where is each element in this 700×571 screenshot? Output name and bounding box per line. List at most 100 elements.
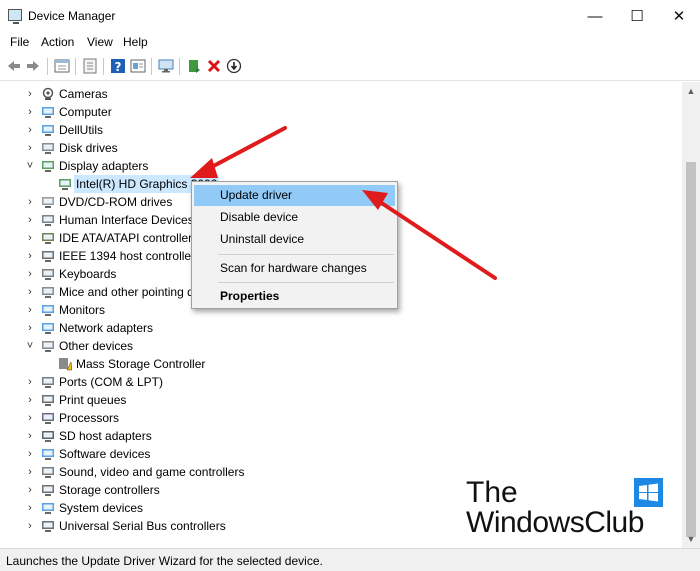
- chevron-right-icon[interactable]: ›: [25, 247, 35, 265]
- chevron-right-icon[interactable]: ›: [25, 427, 35, 445]
- chevron-right-icon[interactable]: ›: [25, 265, 35, 283]
- chevron-right-icon[interactable]: ›: [25, 121, 35, 139]
- menu-help[interactable]: Help: [123, 35, 148, 49]
- chevron-right-icon[interactable]: ›: [25, 391, 35, 409]
- tree-row-label: Ports (COM & LPT): [59, 375, 164, 389]
- toolbar-separator: [47, 58, 48, 75]
- show-hidden-icon[interactable]: [82, 58, 98, 74]
- toolbar: ?: [0, 53, 700, 81]
- properties-sheet-icon[interactable]: [54, 58, 70, 74]
- menu-action[interactable]: Action: [41, 35, 74, 49]
- tree-row[interactable]: › DellUtils: [0, 121, 682, 139]
- tree-row[interactable]: › Print queues: [0, 391, 682, 409]
- chevron-right-icon[interactable]: ›: [25, 85, 35, 103]
- tree-row[interactable]: › Network adapters: [0, 319, 682, 337]
- view-icon[interactable]: [130, 58, 146, 74]
- tree-row-label: Human Interface Devices: [59, 213, 194, 227]
- chevron-right-icon[interactable]: ›: [25, 481, 35, 499]
- tree-row[interactable]: › Computer: [0, 103, 682, 121]
- tree-row[interactable]: › Software devices: [0, 445, 682, 463]
- menu-file[interactable]: File: [10, 35, 29, 49]
- chevron-right-icon[interactable]: ›: [25, 301, 35, 319]
- ctx-disable-device-label: Disable device: [220, 210, 299, 224]
- ctx-scan-hardware[interactable]: Scan for hardware changes: [194, 258, 395, 279]
- tree-row-label: DVD/CD-ROM drives: [59, 195, 173, 209]
- help-icon[interactable]: ?: [110, 58, 126, 74]
- title-bar: Device Manager — ☐ ✕: [0, 0, 700, 32]
- keyboard-icon: [41, 267, 55, 281]
- chevron-right-icon[interactable]: ›: [25, 229, 35, 247]
- tree-row-label: Mass Storage Controller: [76, 357, 206, 371]
- tree-row-label: Processors: [59, 411, 120, 425]
- logo-text-windowsclub: WindowsClub: [466, 506, 644, 539]
- camera-icon: [41, 87, 55, 101]
- menu-view[interactable]: View: [87, 35, 113, 49]
- chevron-right-icon[interactable]: ›: [25, 193, 35, 211]
- tree-row[interactable]: ˅ Display adapters: [0, 157, 682, 175]
- disable-icon[interactable]: [226, 58, 242, 74]
- printer-icon: [41, 393, 55, 407]
- scroll-down-icon[interactable]: ▼: [682, 530, 700, 548]
- scan-hardware-icon[interactable]: [158, 58, 174, 74]
- chevron-down-icon[interactable]: ˅: [25, 157, 35, 175]
- chevron-right-icon[interactable]: ›: [25, 211, 35, 229]
- menu-bar: File Action View Help: [0, 32, 700, 52]
- forward-icon[interactable]: [25, 58, 41, 74]
- toolbar-separator: [103, 58, 104, 75]
- maximize-button[interactable]: ☐: [614, 0, 660, 32]
- chevron-right-icon[interactable]: ›: [25, 463, 35, 481]
- chevron-right-icon[interactable]: ›: [25, 499, 35, 517]
- chevron-right-icon[interactable]: ›: [25, 139, 35, 157]
- toolbar-separator: [75, 58, 76, 75]
- chevron-right-icon[interactable]: ›: [25, 373, 35, 391]
- minimize-button[interactable]: —: [572, 0, 618, 32]
- chevron-right-icon[interactable]: ›: [25, 319, 35, 337]
- computer-icon: [41, 105, 55, 119]
- chevron-right-icon[interactable]: ›: [25, 517, 35, 535]
- tree-row-label: Other devices: [59, 339, 134, 353]
- hid-icon: [41, 213, 55, 227]
- update-driver-icon[interactable]: [186, 58, 202, 74]
- tree-row[interactable]: › Processors: [0, 409, 682, 427]
- tree-row-label: Network adapters: [59, 321, 154, 335]
- tree-row[interactable]: › SD host adapters: [0, 427, 682, 445]
- chevron-right-icon[interactable]: ›: [25, 283, 35, 301]
- storage-icon: [41, 483, 55, 497]
- windowsclub-logo: The WindowsClub: [466, 476, 666, 540]
- toolbar-separator: [151, 58, 152, 75]
- tree-row-label: Keyboards: [59, 267, 117, 281]
- tree-row[interactable]: ˅ Other devices: [0, 337, 682, 355]
- network-icon: [41, 321, 55, 335]
- usb-icon: [41, 519, 55, 533]
- tree-row-label: Print queues: [59, 393, 127, 407]
- tree-row[interactable]: › Ports (COM & LPT): [0, 373, 682, 391]
- dvd-icon: [41, 195, 55, 209]
- chevron-down-icon[interactable]: ˅: [25, 337, 35, 355]
- other-devices-icon: [41, 339, 55, 353]
- scrollbar-thumb[interactable]: [686, 162, 696, 537]
- close-button[interactable]: ✕: [656, 0, 700, 32]
- ctx-uninstall-device[interactable]: Uninstall device: [194, 229, 395, 250]
- tree-row[interactable]: Mass Storage Controller: [0, 355, 682, 373]
- scroll-up-icon[interactable]: ▲: [682, 82, 700, 100]
- ports-icon: [41, 375, 55, 389]
- ctx-properties[interactable]: Properties: [194, 286, 395, 307]
- uninstall-icon[interactable]: [206, 58, 222, 74]
- back-icon[interactable]: [6, 58, 22, 74]
- tree-row-label: Storage controllers: [59, 483, 160, 497]
- tree-row-label: Software devices: [59, 447, 151, 461]
- ctx-scan-hardware-label: Scan for hardware changes: [220, 261, 367, 275]
- tree-row-label: IEEE 1394 host controllers: [59, 249, 202, 263]
- tree-row-label: Monitors: [59, 303, 106, 317]
- chevron-right-icon[interactable]: ›: [25, 103, 35, 121]
- chevron-right-icon[interactable]: ›: [25, 409, 35, 427]
- chevron-right-icon[interactable]: ›: [25, 445, 35, 463]
- monitor-icon: [41, 123, 55, 137]
- ctx-separator: [218, 282, 394, 283]
- vertical-scrollbar[interactable]: ▲ ▼: [682, 82, 700, 548]
- tree-row[interactable]: › Disk drives: [0, 139, 682, 157]
- tree-row[interactable]: › Cameras: [0, 85, 682, 103]
- ctx-update-driver[interactable]: Update driver: [194, 185, 395, 206]
- ctx-disable-device[interactable]: Disable device: [194, 207, 395, 228]
- sd-icon: [41, 429, 55, 443]
